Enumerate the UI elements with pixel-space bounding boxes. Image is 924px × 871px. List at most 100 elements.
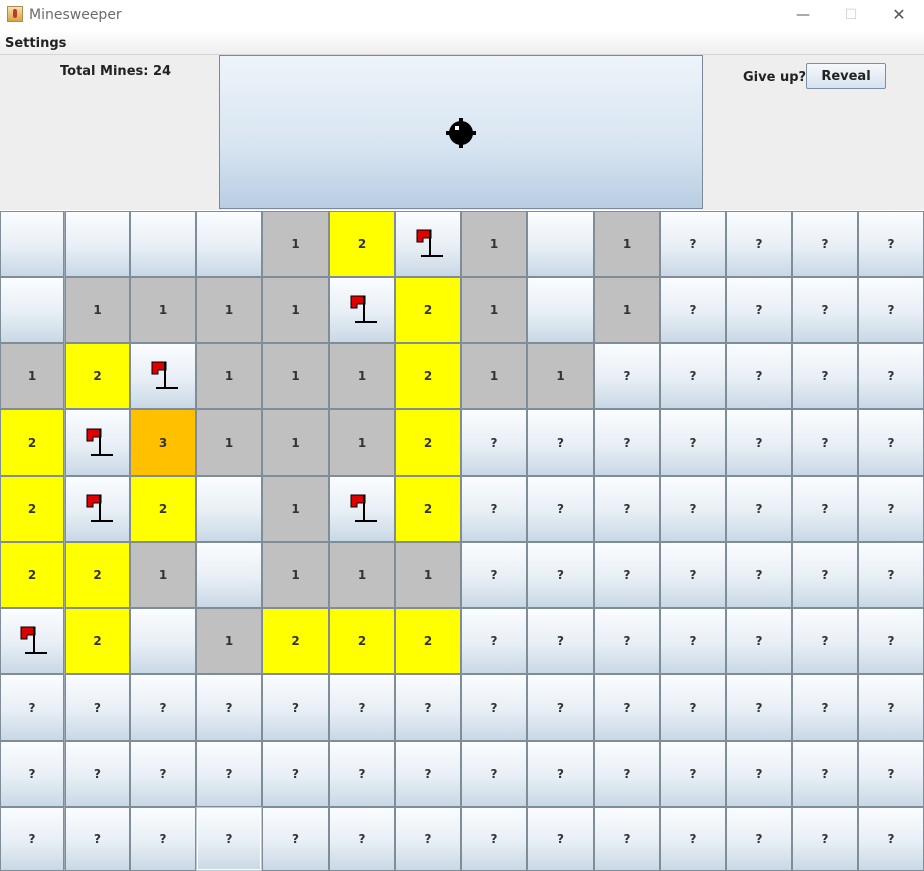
- cell-hidden[interactable]: ?: [792, 343, 858, 409]
- cell-number[interactable]: 1: [594, 277, 660, 343]
- cell-number[interactable]: 2: [329, 211, 395, 277]
- cell-hidden[interactable]: ?: [527, 409, 594, 476]
- cell-flagged[interactable]: [65, 476, 130, 542]
- cell-number[interactable]: 1: [461, 343, 527, 409]
- cell-hidden[interactable]: ?: [792, 211, 858, 277]
- cell-number[interactable]: 3: [130, 409, 196, 476]
- cell-hidden[interactable]: ?: [262, 674, 329, 741]
- cell-hidden[interactable]: ?: [792, 409, 858, 476]
- cell-hidden[interactable]: ?: [594, 741, 660, 807]
- cell-hidden[interactable]: ?: [792, 476, 858, 542]
- cell-hidden[interactable]: ?: [726, 807, 792, 871]
- cell-hidden[interactable]: ?: [660, 343, 726, 409]
- cell-hidden[interactable]: ?: [792, 542, 858, 608]
- cell-number[interactable]: 1: [262, 211, 329, 277]
- cell-hidden[interactable]: ?: [329, 807, 395, 871]
- cell-hidden[interactable]: ?: [130, 674, 196, 741]
- cell-hidden[interactable]: ?: [660, 608, 726, 674]
- cell-hidden[interactable]: ?: [792, 277, 858, 343]
- cell-number[interactable]: 1: [527, 343, 594, 409]
- cell-hidden[interactable]: ?: [395, 674, 461, 741]
- cell-empty[interactable]: [196, 476, 262, 542]
- cell-number[interactable]: 1: [329, 343, 395, 409]
- cell-hidden[interactable]: ?: [858, 608, 924, 674]
- cell-hidden[interactable]: ?: [594, 343, 660, 409]
- cell-number[interactable]: 1: [262, 409, 329, 476]
- cell-hidden[interactable]: ?: [726, 608, 792, 674]
- cell-flagged[interactable]: [65, 409, 130, 476]
- cell-number[interactable]: 1: [395, 542, 461, 608]
- cell-hidden[interactable]: ?: [196, 741, 262, 807]
- cell-hidden[interactable]: ?: [461, 476, 527, 542]
- minimize-button[interactable]: —: [780, 0, 826, 30]
- cell-flagged[interactable]: [329, 476, 395, 542]
- menu-settings[interactable]: Settings: [5, 36, 66, 51]
- cell-hidden[interactable]: ?: [660, 277, 726, 343]
- cell-hidden[interactable]: ?: [65, 674, 130, 741]
- cell-hidden[interactable]: ?: [660, 211, 726, 277]
- cell-hidden[interactable]: ?: [0, 674, 64, 741]
- cell-hidden[interactable]: ?: [527, 741, 594, 807]
- cell-number[interactable]: 1: [196, 343, 262, 409]
- cell-number[interactable]: 1: [461, 211, 527, 277]
- cell-empty[interactable]: [0, 211, 64, 277]
- cell-hidden[interactable]: ?: [726, 741, 792, 807]
- cell-hidden[interactable]: ?: [792, 608, 858, 674]
- cell-hidden[interactable]: ?: [660, 741, 726, 807]
- cell-number[interactable]: 1: [0, 343, 64, 409]
- cell-number[interactable]: 2: [395, 608, 461, 674]
- cell-number[interactable]: 2: [395, 409, 461, 476]
- cell-hidden[interactable]: ?: [792, 741, 858, 807]
- cell-number[interactable]: 1: [461, 277, 527, 343]
- cell-hidden[interactable]: ?: [858, 807, 924, 871]
- cell-hidden[interactable]: ?: [130, 807, 196, 871]
- cell-number[interactable]: 2: [65, 608, 130, 674]
- cell-number[interactable]: 1: [262, 277, 329, 343]
- cell-hidden[interactable]: ?: [726, 409, 792, 476]
- cell-empty[interactable]: [527, 277, 594, 343]
- cell-empty[interactable]: [65, 211, 130, 277]
- cell-number[interactable]: 2: [395, 343, 461, 409]
- cell-hidden[interactable]: ?: [594, 542, 660, 608]
- cell-hidden[interactable]: ?: [858, 542, 924, 608]
- cell-flagged[interactable]: [0, 608, 64, 674]
- cell-hidden[interactable]: ?: [461, 674, 527, 741]
- cell-hidden[interactable]: ?: [461, 807, 527, 871]
- cell-hidden[interactable]: ?: [660, 807, 726, 871]
- cell-number[interactable]: 2: [395, 476, 461, 542]
- cell-hidden[interactable]: ?: [726, 476, 792, 542]
- cell-number[interactable]: 1: [329, 542, 395, 608]
- cell-hidden[interactable]: ?: [65, 741, 130, 807]
- cell-hidden[interactable]: ?: [0, 807, 64, 871]
- cell-hidden[interactable]: ?: [660, 476, 726, 542]
- cell-empty[interactable]: [527, 211, 594, 277]
- maximize-button[interactable]: ☐: [828, 0, 874, 30]
- cell-number[interactable]: 1: [196, 277, 262, 343]
- cell-hidden[interactable]: ?: [660, 542, 726, 608]
- cell-hidden[interactable]: ?: [858, 343, 924, 409]
- cell-number[interactable]: 2: [65, 542, 130, 608]
- cell-hidden[interactable]: ?: [792, 674, 858, 741]
- cell-hidden[interactable]: ?: [329, 674, 395, 741]
- cell-hidden[interactable]: ?: [726, 674, 792, 741]
- cell-hidden[interactable]: ?: [792, 807, 858, 871]
- cell-hidden[interactable]: ?: [461, 608, 527, 674]
- cell-number[interactable]: 1: [130, 542, 196, 608]
- cell-empty[interactable]: [196, 211, 262, 277]
- cell-number[interactable]: 1: [329, 409, 395, 476]
- cell-empty[interactable]: [0, 277, 64, 343]
- cell-number[interactable]: 1: [594, 211, 660, 277]
- cell-number[interactable]: 2: [395, 277, 461, 343]
- cell-flagged[interactable]: [395, 211, 461, 277]
- cell-empty[interactable]: [196, 542, 262, 608]
- cell-hidden[interactable]: ?: [0, 741, 64, 807]
- cell-hidden[interactable]: ?: [196, 674, 262, 741]
- cell-hidden[interactable]: ?: [726, 542, 792, 608]
- cell-hidden[interactable]: ?: [461, 741, 527, 807]
- cell-hidden[interactable]: ?: [726, 211, 792, 277]
- cell-hidden[interactable]: ?: [527, 608, 594, 674]
- cell-flagged[interactable]: [329, 277, 395, 343]
- cell-number[interactable]: 1: [196, 608, 262, 674]
- cell-hidden[interactable]: ?: [660, 674, 726, 741]
- cell-hidden[interactable]: ?: [594, 674, 660, 741]
